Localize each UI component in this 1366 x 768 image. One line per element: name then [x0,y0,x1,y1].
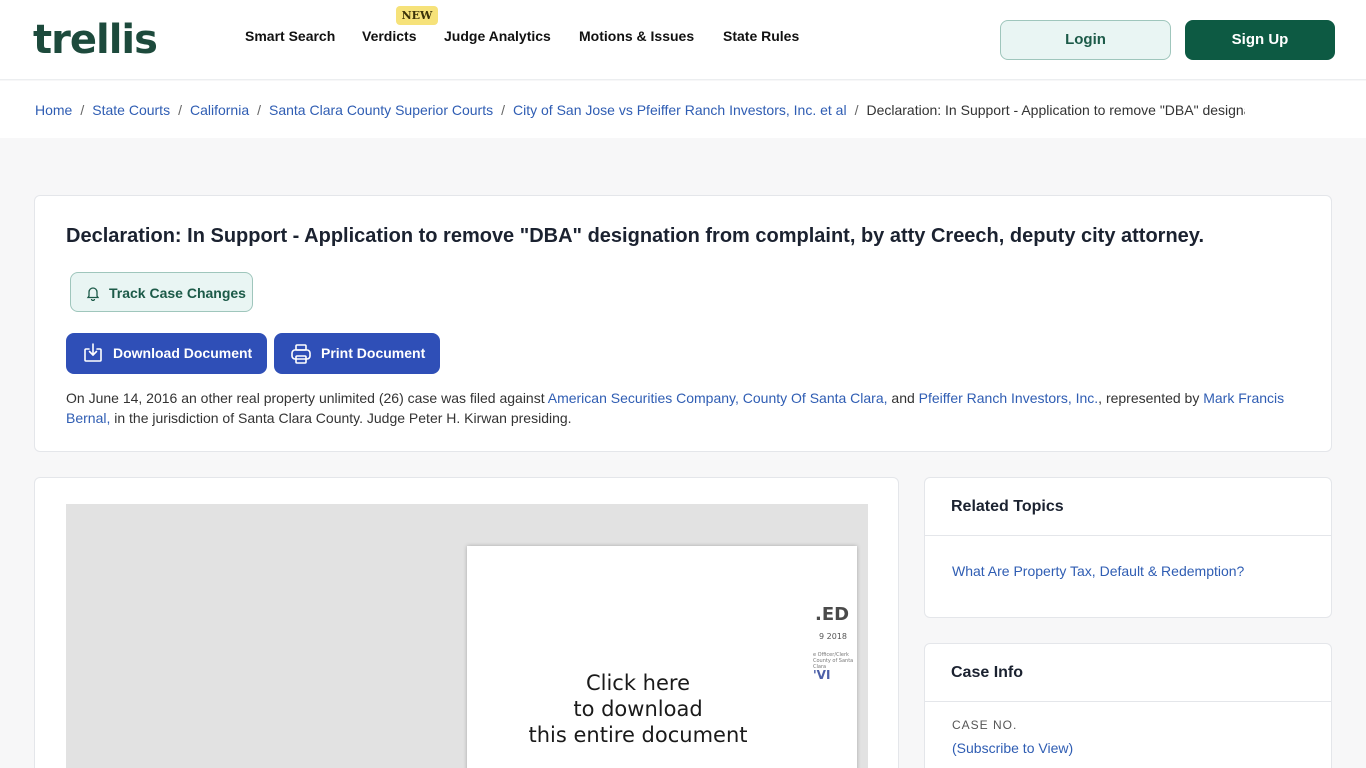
divider [925,535,1331,536]
stamp-date: 9 2018 [819,632,847,641]
description-text: On June 14, 2016 an other real property … [66,390,548,406]
breadcrumb-bar: Home / State Courts / California / Santa Clara… [0,81,1366,138]
breadcrumb-separator: / [178,102,182,118]
breadcrumb-current: Declaration: In Support - Application to… [866,102,1245,118]
download-prompt-line: this entire document [528,723,748,747]
party-link[interactable]: Pfeiffer Ranch Investors, Inc. [919,390,1099,406]
stamp-text: .ED [815,604,850,625]
case-description: On June 14, 2016 an other real property … [66,388,1306,428]
track-case-changes-button[interactable]: Track Case Changes [70,272,253,312]
document-preview-card: Click here to download this entire docum… [34,477,899,768]
breadcrumb-separator: / [854,102,859,118]
track-case-changes-label: Track Case Changes [109,285,246,301]
nav-judge-analytics[interactable]: Judge Analytics [444,28,551,44]
nav-smart-search[interactable]: Smart Search [245,28,335,44]
case-info-card: Case Info CASE NO. (Subscribe to View) [924,643,1332,768]
print-document-button[interactable]: Print Document [274,333,440,374]
breadcrumb-separator: / [80,102,85,118]
breadcrumb-case[interactable]: City of San Jose vs Pfeiffer Ranch Inves… [513,102,847,118]
related-topics-heading: Related Topics [951,498,1064,515]
breadcrumb-home[interactable]: Home [35,102,72,118]
document-summary-card: Declaration: In Support - Application to… [34,195,1332,452]
breadcrumb-separator: / [257,102,261,118]
signup-button[interactable]: Sign Up [1185,20,1335,60]
breadcrumb: Home / State Courts / California / Santa Clara… [35,102,1245,118]
subscribe-to-view-link[interactable]: (Subscribe to View) [952,740,1073,756]
stamp-signature: 'VI [813,668,831,682]
nav-state-rules[interactable]: State Rules [723,28,799,44]
case-info-heading: Case Info [951,664,1024,681]
breadcrumb-court[interactable]: Santa Clara County Superior Courts [269,102,493,118]
breadcrumb-state-courts[interactable]: State Courts [92,102,170,118]
top-header: trellis Smart Search Verdicts Judge Anal… [0,0,1366,80]
bell-icon [85,285,101,306]
download-prompt-line: Click here [585,671,691,695]
breadcrumb-california[interactable]: California [190,102,249,118]
breadcrumb-separator: / [501,102,505,118]
page-title: Declaration: In Support - Application to… [66,225,1204,247]
description-text: , represented by [1098,390,1204,406]
download-prompt-line: to download [573,697,703,721]
description-text: and [887,390,919,406]
description-text: in the jurisdiction of Santa Clara Count… [110,410,572,426]
printer-icon [290,343,312,370]
related-topic-link[interactable]: What Are Property Tax, Default & Redempt… [952,563,1244,579]
print-document-label: Print Document [321,345,426,361]
document-page-thumbnail[interactable]: Click here to download this entire docum… [467,546,857,768]
divider [925,701,1331,702]
party-link[interactable]: County Of Santa Clara, [743,390,888,406]
nav-verdicts[interactable]: Verdicts [362,28,416,44]
nav-motions-issues[interactable]: Motions & Issues [579,28,694,44]
download-icon [82,343,104,368]
related-topics-card: Related Topics What Are Property Tax, De… [924,477,1332,618]
login-button[interactable]: Login [1000,20,1171,60]
new-badge: NEW [396,6,438,25]
download-prompt[interactable]: Click here to download this entire docum… [467,670,809,748]
case-number-label: CASE NO. [952,718,1018,732]
download-document-label: Download Document [113,345,253,361]
download-document-button[interactable]: Download Document [66,333,267,374]
party-link[interactable]: American Securities Company, [548,390,739,406]
filed-stamp: .ED 9 2018 e Officer/Clerk County of San… [813,604,857,694]
trellis-logo[interactable]: trellis [33,17,158,63]
